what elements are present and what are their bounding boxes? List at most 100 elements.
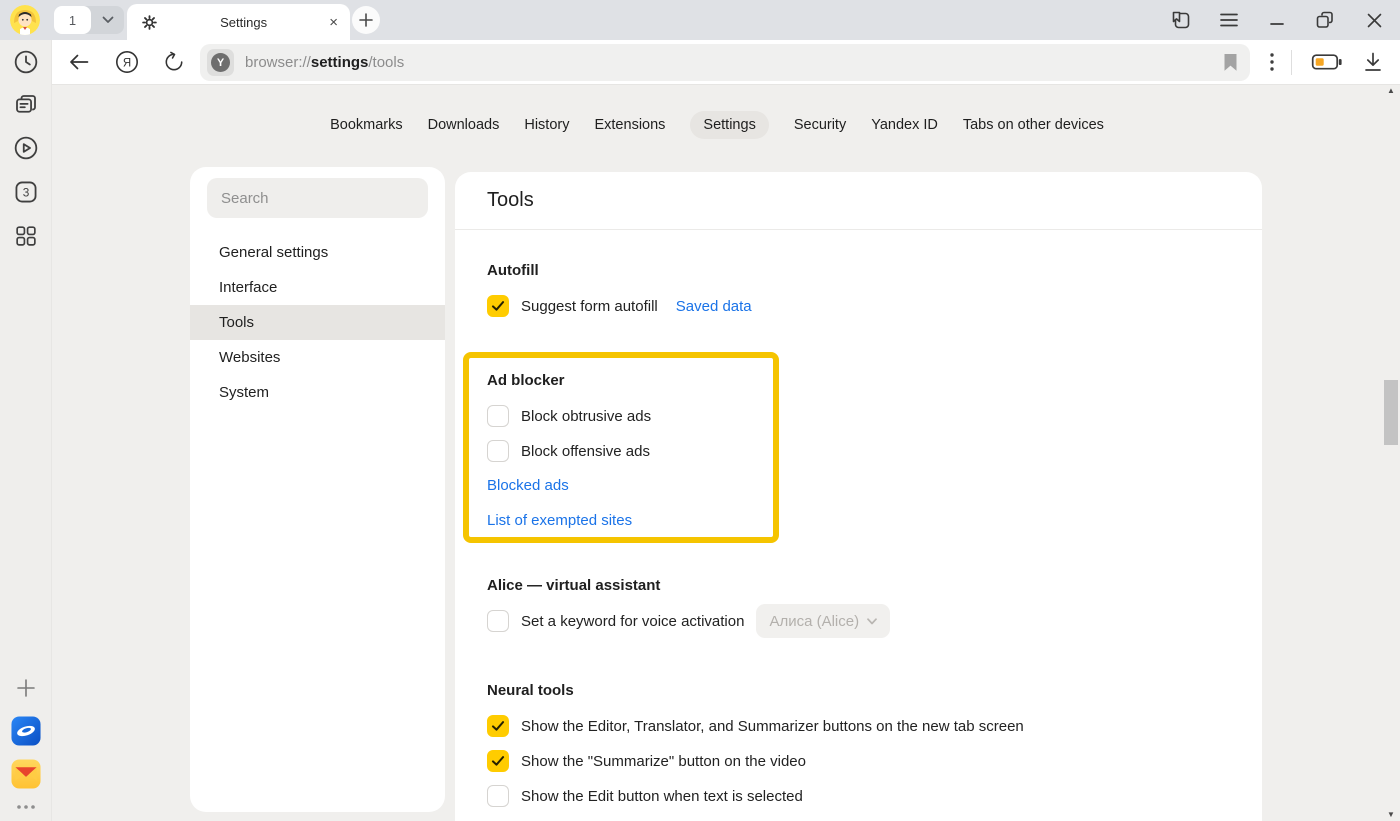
address-bar[interactable]: Y browser://settings/tools: [200, 44, 1250, 81]
sidebar-item-general[interactable]: General settings: [190, 235, 445, 270]
block-offensive-ads-checkbox[interactable]: [487, 440, 509, 462]
nav-tab-downloads[interactable]: Downloads: [428, 111, 500, 139]
plus-icon: [16, 678, 36, 698]
alice-heading: Alice — virtual assistant: [487, 575, 890, 597]
profile-avatar[interactable]: [10, 5, 40, 35]
scroll-up-icon[interactable]: ▲: [1384, 85, 1398, 97]
maximize-button[interactable]: [1311, 6, 1339, 34]
tab-count-icon: 3: [12, 179, 39, 206]
battery-button[interactable]: [1312, 53, 1343, 71]
blocked-ads-link[interactable]: Blocked ads: [487, 477, 569, 494]
checkbox-label: Show the "Summarize" button on the video: [521, 753, 806, 770]
disk-app-button[interactable]: [10, 716, 41, 747]
voice-keyword-checkbox[interactable]: [487, 610, 509, 632]
nav-tab-settings[interactable]: Settings: [690, 111, 768, 139]
nav-tab-yandex-id[interactable]: Yandex ID: [871, 111, 938, 139]
scrollbar-thumb[interactable]: [1384, 380, 1398, 445]
neural-tools-heading: Neural tools: [487, 680, 1024, 702]
sidebar-item-interface[interactable]: Interface: [190, 270, 445, 305]
address-toolbar: Я Y browser://settings/tools: [52, 40, 1400, 85]
content-header: Tools: [455, 172, 1262, 230]
url-text: browser://settings/tools: [245, 54, 404, 71]
gear-icon: [141, 14, 158, 31]
search-input[interactable]: [207, 178, 428, 218]
checkbox-label: Block obtrusive ads: [521, 408, 651, 425]
tab-list-control[interactable]: 1: [54, 6, 124, 34]
yandex-disk-icon: [10, 716, 41, 747]
chevron-down-icon: [867, 618, 877, 625]
page-scrollbar[interactable]: ▲ ▼: [1384, 85, 1398, 821]
saved-data-link[interactable]: Saved data: [676, 298, 752, 315]
downloads-button[interactable]: [1363, 52, 1383, 73]
new-tab-button[interactable]: [352, 6, 380, 34]
block-obtrusive-ads-checkbox[interactable]: [487, 405, 509, 427]
protect-shield-icon[interactable]: Y: [207, 49, 234, 76]
restore-icon: [1316, 11, 1334, 29]
plus-icon: [359, 13, 373, 27]
section-neural-tools: Neural tools Show the Editor, Translator…: [487, 680, 1024, 807]
ad-blocker-row: Block offensive ads: [487, 440, 773, 462]
close-window-button[interactable]: [1360, 6, 1388, 34]
close-icon: [1367, 13, 1382, 28]
nav-tab-history[interactable]: History: [524, 111, 569, 139]
nav-tab-bookmarks[interactable]: Bookmarks: [330, 111, 403, 139]
battery-icon: [1312, 53, 1343, 71]
settings-nav-tabs: Bookmarks Downloads History Extensions S…: [52, 111, 1382, 139]
minimize-icon: [1270, 13, 1284, 27]
neural-row: Show the Editor, Translator, and Summari…: [487, 715, 1024, 737]
titlebar: 1 Settings ×: [0, 0, 1400, 40]
yandex-home-button[interactable]: Я: [115, 50, 139, 74]
bookmark-icon[interactable]: [1223, 53, 1238, 72]
exempted-sites-link[interactable]: List of exempted sites: [487, 512, 632, 529]
sidebar-item-websites[interactable]: Websites: [190, 340, 445, 375]
refresh-icon: [163, 51, 185, 73]
settings-content-card: Tools Autofill Suggest form autofill Sav…: [455, 172, 1262, 821]
show-editor-buttons-checkbox[interactable]: [487, 715, 509, 737]
tab-list-chevron-icon[interactable]: [91, 16, 124, 24]
nav-tab-extensions[interactable]: Extensions: [594, 111, 665, 139]
nav-tab-other-devices[interactable]: Tabs on other devices: [963, 111, 1104, 139]
hamburger-icon: [1220, 13, 1238, 27]
menu-button[interactable]: [1215, 6, 1243, 34]
neural-row: Show the "Summarize" button on the video: [487, 750, 1024, 772]
check-icon: [491, 755, 505, 767]
tab-title: Settings: [158, 15, 329, 30]
minimize-button[interactable]: [1263, 6, 1291, 34]
show-edit-button-checkbox[interactable]: [487, 785, 509, 807]
tab-counter[interactable]: 1: [54, 6, 91, 34]
nav-tab-security[interactable]: Security: [794, 111, 846, 139]
checkbox-label: Set a keyword for voice activation: [521, 613, 744, 630]
services-button[interactable]: [13, 224, 38, 249]
keyword-dropdown[interactable]: Алиса (Alice): [756, 604, 890, 638]
neural-row: Show the Edit button when text is select…: [487, 785, 1024, 807]
add-panel-button[interactable]: [16, 678, 36, 698]
side-panel-button[interactable]: [1167, 6, 1195, 34]
sidebar-item-tools[interactable]: Tools: [190, 305, 445, 340]
checkbox-label: Suggest form autofill: [521, 298, 658, 315]
more-panels-button[interactable]: [16, 804, 36, 810]
check-icon: [491, 720, 505, 732]
sidebar-item-system[interactable]: System: [190, 375, 445, 410]
feed-button[interactable]: [12, 92, 39, 119]
checkbox-label: Show the Edit button when text is select…: [521, 788, 803, 805]
more-menu-button[interactable]: [1270, 53, 1274, 71]
kebab-menu-icon: [1270, 53, 1274, 71]
back-button[interactable]: [69, 54, 89, 70]
video-button[interactable]: [12, 135, 39, 162]
scroll-down-icon[interactable]: ▼: [1384, 809, 1398, 821]
refresh-button[interactable]: [163, 51, 185, 73]
suggest-autofill-checkbox[interactable]: [487, 295, 509, 317]
tab-close-icon[interactable]: ×: [329, 15, 338, 30]
browser-tab-settings[interactable]: Settings ×: [127, 4, 350, 40]
settings-sidebar-card: General settings Interface Tools Website…: [190, 167, 445, 812]
autofill-heading: Autofill: [487, 260, 752, 282]
tabs-panel-button[interactable]: 3: [12, 179, 39, 206]
yandex-mail-icon: [10, 759, 41, 790]
svg-text:3: 3: [22, 186, 29, 200]
checkbox-label: Show the Editor, Translator, and Summari…: [521, 718, 1024, 735]
ellipsis-icon: [16, 804, 36, 810]
history-button[interactable]: [12, 49, 39, 76]
ad-blocker-heading: Ad blocker: [487, 370, 773, 392]
show-summarize-button-checkbox[interactable]: [487, 750, 509, 772]
mail-app-button[interactable]: [10, 759, 41, 790]
